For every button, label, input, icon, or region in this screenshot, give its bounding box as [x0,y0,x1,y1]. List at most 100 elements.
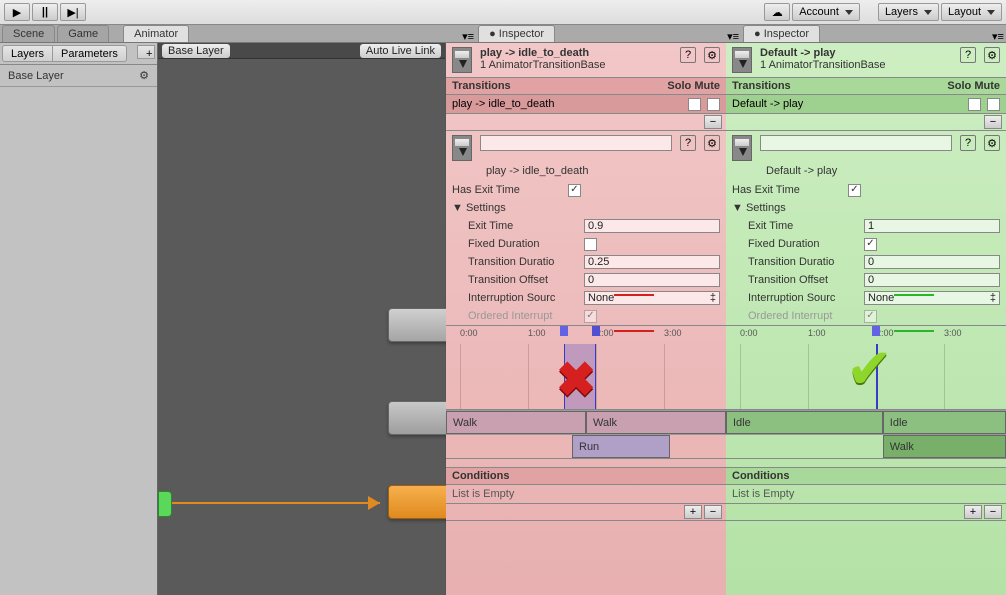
good-mark-icon: ✔ [846,336,893,402]
panel-menu[interactable]: ▾≡ [725,30,741,42]
remove-transition-button[interactable]: − [984,115,1002,129]
clip[interactable]: Run [572,435,670,458]
pause-button[interactable]: || [32,3,58,21]
transition-list-item[interactable]: Default -> play [732,98,968,110]
remove-transition-button[interactable]: − [704,115,722,129]
transition-subtitle: 1 AnimatorTransitionBase [480,59,672,71]
auto-live-link-button[interactable]: Auto Live Link [360,44,441,58]
transition-icon [732,47,752,73]
chevron-down-icon [924,10,932,15]
clip[interactable]: Walk [586,411,726,434]
layout-label: Layout [948,6,981,18]
add-layer-button[interactable]: + [137,45,155,59]
chevron-down-icon [845,10,853,15]
transition-title: Default -> play [760,47,952,59]
conditions-header: Conditions [726,467,1006,485]
main-toolbar: ▶ || ▶| ☁ Account Layers Layout [0,0,1006,25]
transition-offset-input[interactable] [864,273,1000,287]
highlight-underline [614,294,654,296]
mute-checkbox[interactable] [707,98,720,111]
account-label: Account [799,6,839,18]
exit-time-input[interactable] [864,219,1000,233]
clip[interactable]: Walk [446,411,586,434]
clip[interactable]: Walk [883,435,1006,458]
layout-dropdown[interactable]: Layout [941,3,1002,21]
step-button[interactable]: ▶| [60,3,86,21]
transition-timeline[interactable]: 0:00 1:00 2:00 3:00 ✖ [446,325,726,410]
transition-name-input[interactable] [480,135,672,151]
exit-time-input[interactable] [584,219,720,233]
gear-icon[interactable]: ⚙ [704,47,720,63]
solo-checkbox[interactable] [688,98,701,111]
tab-inspector-right[interactable]: ● Inspector [743,25,820,42]
transition-subtitle: 1 AnimatorTransitionBase [760,59,952,71]
fixed-duration-checkbox[interactable] [584,238,597,251]
gear-icon[interactable]: ⚙ [984,47,1000,63]
clip[interactable]: Idle [883,411,1006,434]
help-button[interactable]: ? [960,135,976,151]
gear-icon[interactable]: ⚙ [139,69,149,82]
breadcrumb: Base Layer Auto Live Link [158,43,445,59]
gear-icon[interactable]: ⚙ [704,135,720,151]
transition-timeline[interactable]: 0:00 1:00 2:00 3:00 ✔ [726,325,1006,410]
ordered-interruption-checkbox[interactable]: ✓ [584,310,597,323]
has-exit-time-checkbox[interactable]: ✓ [848,184,861,197]
layer-row[interactable]: Base Layer ⚙ [0,65,157,87]
blend-start-marker[interactable] [560,326,570,344]
settings-foldout[interactable]: Settings [746,202,786,214]
animator-graph[interactable]: Base Layer Auto Live Link Run Walk Idle [158,43,446,595]
gear-icon[interactable]: ⚙ [984,135,1000,151]
parameters-sub-tab[interactable]: Parameters [53,45,127,62]
clip-tracks: WalkWalk Run [446,410,726,459]
solo-checkbox[interactable] [968,98,981,111]
animator-layers-panel: Layers Parameters + Base Layer ⚙ [0,43,158,595]
conditions-header: Conditions [446,467,726,485]
add-condition-button[interactable]: + [684,505,702,519]
tab-animator[interactable]: Animator [123,25,189,42]
play-button[interactable]: ▶ [4,3,30,21]
inspector-panel-good: Default -> play 1 AnimatorTransitionBase… [726,43,1006,595]
help-button[interactable]: ? [680,47,696,63]
add-condition-button[interactable]: + [964,505,982,519]
layer-name: Base Layer [8,70,64,82]
cloud-button[interactable]: ☁ [764,3,790,21]
account-dropdown[interactable]: Account [792,3,860,21]
bad-mark-icon: ✖ [556,352,596,408]
help-button[interactable]: ? [960,47,976,63]
ordered-interruption-checkbox[interactable]: ✓ [864,310,877,323]
arrow-head-icon [368,496,380,510]
transition-duration-input[interactable] [584,255,720,269]
blend-end-marker[interactable] [592,326,602,344]
layers-sub-tab[interactable]: Layers [2,45,53,62]
breadcrumb-root[interactable]: Base Layer [162,44,230,58]
help-button[interactable]: ? [680,135,696,151]
remove-condition-button[interactable]: − [704,505,722,519]
panel-menu[interactable]: ▾≡ [990,30,1006,42]
clip[interactable]: Idle [726,411,883,434]
transition-title: play -> idle_to_death [480,47,672,59]
clip-tracks: IdleIdle Walk [726,410,1006,459]
default-transition [172,502,380,504]
tab-game[interactable]: Game [57,25,109,42]
conditions-empty: List is Empty [452,488,514,500]
transition-duration-input[interactable] [864,255,1000,269]
panel-tabs: Scene Game Animator ▾≡ ● Inspector ▾≡ ● … [0,25,1006,43]
transition-subname: play -> idle_to_death [446,165,726,181]
transition-offset-input[interactable] [584,273,720,287]
remove-condition-button[interactable]: − [984,505,1002,519]
has-exit-time-checkbox[interactable]: ✓ [568,184,581,197]
tab-scene[interactable]: Scene [2,25,55,42]
layers-label: Layers [885,6,918,18]
mute-checkbox[interactable] [987,98,1000,111]
settings-foldout[interactable]: Settings [466,202,506,214]
entry-node[interactable] [158,491,172,517]
panel-menu[interactable]: ▾≡ [460,30,476,42]
transition-name-input[interactable] [760,135,952,151]
transition-icon [452,135,472,161]
fixed-duration-checkbox[interactable]: ✓ [864,238,877,251]
transition-list-item[interactable]: play -> idle_to_death [452,98,688,110]
tab-inspector-left[interactable]: ● Inspector [478,25,555,42]
layers-dropdown[interactable]: Layers [878,3,939,21]
transition-icon [732,135,752,161]
inspector-panel-bad: play -> idle_to_death 1 AnimatorTransiti… [446,43,726,595]
